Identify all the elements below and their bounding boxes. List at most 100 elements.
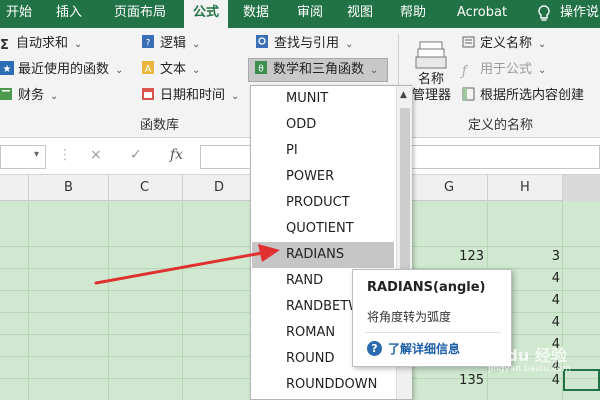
help-icon: ? [367, 341, 382, 356]
column-divider [487, 175, 488, 201]
svg-text:★: ★ [3, 64, 12, 75]
column-header-g[interactable]: G [444, 180, 454, 195]
column-header-b[interactable]: B [64, 180, 73, 195]
column-divider [182, 175, 183, 201]
use-in-formula-label: 用于公式 [480, 62, 533, 77]
text-button[interactable]: A 文本 ⌄ [142, 60, 200, 80]
cancel-icon[interactable]: × [90, 147, 102, 163]
watermark-sub: jingyan.baidu.com [488, 364, 572, 374]
datetime-label: 日期和时间 [160, 88, 226, 103]
tooltip-title: RADIANS(angle) [367, 280, 486, 295]
enter-icon[interactable]: ✓ [130, 147, 142, 163]
ribbon-tab-bar: 开始 插入 页面布局 公式 数据 审阅 视图 帮助 Acrobat 操作说 [0, 0, 600, 28]
chevron-down-icon: ⌄ [115, 65, 124, 76]
column-header-d[interactable]: D [214, 180, 224, 195]
logical-button[interactable]: ? 逻辑 ⌄ [142, 34, 200, 54]
column-divider [108, 175, 109, 201]
chevron-down-icon: ⌄ [538, 39, 547, 50]
tab-page-layout[interactable]: 页面布局 [100, 0, 180, 28]
cell-h-value[interactable]: 3 [520, 249, 560, 264]
logical-icon: ? [142, 35, 154, 49]
tab-insert[interactable]: 插入 [44, 0, 94, 28]
name-manager-icon [415, 41, 447, 69]
tab-view[interactable]: 视图 [338, 0, 382, 28]
chevron-down-icon: ⌄ [538, 65, 547, 76]
tooltip-learn-more[interactable]: ? 了解详细信息 [367, 340, 460, 358]
dropdown-item-power[interactable]: POWER [252, 164, 394, 190]
tab-acrobat[interactable]: Acrobat [446, 0, 518, 28]
create-from-selection-button[interactable]: 根据所选内容创建 [462, 86, 584, 106]
chevron-down-icon: ▾ [33, 149, 39, 160]
autosum-label: 自动求和 [16, 36, 69, 51]
name-manager-button[interactable]: 名称 [418, 72, 444, 88]
financial-button[interactable]: 财务 ⌄ [0, 86, 58, 106]
recent-functions-label: 最近使用的函数 [18, 62, 110, 77]
dropdown-item-radians[interactable]: RADIANS [252, 242, 394, 268]
recent-functions-button[interactable]: ★ 最近使用的函数 ⌄ [0, 60, 123, 80]
math-trig-label: 数学和三角函数 [273, 62, 365, 77]
text-label: 文本 [160, 62, 187, 77]
defined-names-group-label: 定义的名称 [468, 118, 534, 133]
scroll-up-icon[interactable]: ▲ [400, 90, 407, 100]
watermark-main: Baidu 经验 [478, 346, 567, 365]
sigma-icon: Σ [0, 38, 9, 53]
lookup-button[interactable]: 查找与引用 ⌄ [256, 34, 353, 54]
chevron-down-icon: ⌄ [370, 65, 379, 76]
name-manager-label-line2: 管理器 [412, 88, 452, 103]
create-from-selection-label: 根据所选内容创建 [480, 88, 585, 103]
dropdown-item-odd[interactable]: ODD [252, 112, 394, 138]
math-trig-button[interactable]: θ 数学和三角函数 ⌄ [248, 58, 388, 82]
function-library-group-label: 函数库 [140, 118, 180, 133]
use-in-formula-button[interactable]: ƒ 用于公式 ⌄ [462, 60, 546, 80]
dropdown-item-pi[interactable]: PI [252, 138, 394, 164]
tag-icon [462, 36, 475, 48]
grid-column-line [108, 201, 109, 400]
cell-g-value[interactable]: 123 [440, 249, 484, 264]
chevron-down-icon: ⌄ [192, 39, 201, 50]
tab-review[interactable]: 审阅 [288, 0, 332, 28]
column-header-h[interactable]: H [520, 180, 530, 195]
chevron-down-icon: ⌄ [345, 39, 354, 50]
cell-h-value[interactable]: 4 [520, 293, 560, 308]
autosum-button[interactable]: Σ 自动求和 ⌄ [0, 34, 82, 54]
text-icon: A [142, 61, 154, 75]
create-from-selection-icon [462, 87, 475, 101]
name-box[interactable]: ▾ [0, 145, 46, 169]
tooltip-description: 将角度转为弧度 [367, 310, 452, 324]
financial-label: 财务 [18, 88, 45, 103]
logical-label: 逻辑 [160, 36, 187, 51]
datetime-button[interactable]: 日期和时间 ⌄ [142, 86, 239, 106]
dropdown-item-munit[interactable]: MUNIT [252, 86, 394, 112]
math-trig-command: θ 数学和三角函数 ⌄ [255, 60, 378, 80]
chevron-down-icon: ⌄ [231, 91, 240, 102]
tab-home[interactable]: 开始 [0, 0, 38, 28]
dropdown-item-rounddown[interactable]: ROUNDDOWN [252, 372, 394, 398]
lookup-label: 查找与引用 [274, 36, 340, 51]
fx-icon: ƒ [462, 64, 467, 79]
column-header-i[interactable] [563, 175, 600, 201]
dropdown-item-product[interactable]: PRODUCT [252, 190, 394, 216]
chevron-down-icon: ⌄ [50, 91, 59, 102]
define-name-label: 定义名称 [480, 36, 533, 51]
tab-formulas[interactable]: 公式 [184, 0, 228, 28]
grid-column-line [182, 201, 183, 400]
column-divider [28, 175, 29, 201]
book-icon [0, 88, 12, 100]
tooltip-divider [365, 332, 501, 333]
tab-data[interactable]: 数据 [234, 0, 278, 28]
column-header-c[interactable]: C [140, 180, 149, 195]
drag-handle-icon[interactable]: ⋮ [58, 147, 72, 163]
tab-help[interactable]: 帮助 [390, 0, 436, 28]
svg-text:A: A [145, 64, 152, 75]
cell-h-value[interactable]: 4 [520, 271, 560, 286]
define-name-button[interactable]: 定义名称 ⌄ [462, 34, 546, 54]
tab-tell-me[interactable]: 操作说 [560, 0, 600, 28]
chevron-down-icon: ⌄ [192, 65, 201, 76]
lightbulb-icon[interactable] [536, 4, 552, 24]
lookup-icon [256, 35, 268, 48]
dropdown-item-quotient[interactable]: QUOTIENT [252, 216, 394, 242]
learn-more-link[interactable]: 了解详细信息 [388, 342, 460, 356]
insert-function-icon[interactable]: fx [170, 147, 183, 163]
cell-h-value[interactable]: 4 [520, 315, 560, 330]
baidu-watermark: Baidu 经验 jingyan.baidu.com [478, 342, 588, 382]
